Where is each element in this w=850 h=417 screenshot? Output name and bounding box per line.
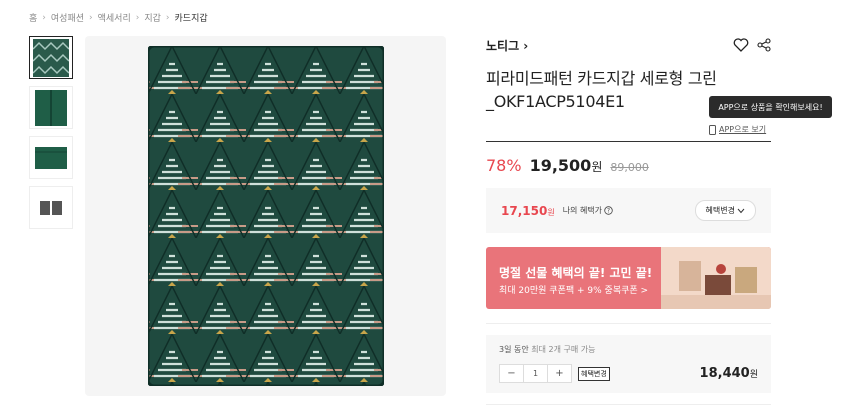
chevron-right-icon: › <box>42 12 46 23</box>
original-price: 89,000 <box>610 161 649 174</box>
divider <box>486 141 771 142</box>
gift-image <box>661 247 771 309</box>
thumbnail-detail[interactable] <box>29 186 73 229</box>
quantity-stepper: − 1 + <box>499 364 572 383</box>
svg-text:?: ? <box>607 208 610 215</box>
breadcrumb: 홈 › 여성패션 › 액세서리 › 지갑 › 카드지갑 <box>29 11 208 25</box>
benefit-change-button[interactable]: 혜택변경 <box>694 200 756 221</box>
benefit-box: 17,150원 나의 혜택가 ? 혜택변경 <box>486 188 771 233</box>
thumbnail-list <box>29 36 73 236</box>
divider <box>486 404 771 405</box>
price-row: 78% 19,500원 89,000 <box>486 156 649 175</box>
breadcrumb-accessory[interactable]: 액세서리 <box>98 11 131 24</box>
thumbnail-inside[interactable] <box>29 136 73 179</box>
wallet-image <box>147 46 384 386</box>
line-total: 18,440원 <box>699 366 758 381</box>
app-view-link[interactable]: APP으로 보기 <box>709 124 766 135</box>
banner-title: 명절 선물 혜택의 끝! 고민 끝! <box>499 266 653 280</box>
discount-rate: 78% <box>486 156 522 175</box>
divider <box>486 323 771 324</box>
breadcrumb-home[interactable]: 홈 <box>29 11 37 24</box>
plus-button[interactable]: + <box>548 365 571 382</box>
chevron-down-icon <box>737 208 745 213</box>
banner-subtitle: 최대 20만원 쿠폰팩 + 9% 중복쿠폰 > <box>499 286 649 296</box>
quantity-box: 3일 동안 최대 2개 구매 가능 − 1 + 혜택변경 18,440원 <box>486 335 771 393</box>
minus-button[interactable]: − <box>500 365 523 382</box>
phone-icon <box>709 124 716 135</box>
app-tooltip: APP으로 상품을 확인해보세요! <box>709 96 832 118</box>
breadcrumb-cardwallet[interactable]: 카드지갑 <box>175 11 208 24</box>
wallet-front-image <box>33 38 69 77</box>
thumbnail-front[interactable] <box>29 36 73 79</box>
purchase-limit-note: 3일 동안 최대 2개 구매 가능 <box>499 345 596 354</box>
wallet-detail-image <box>40 200 62 215</box>
benefit-change-small-button[interactable]: 혜택변경 <box>578 366 610 381</box>
product-main-image[interactable] <box>85 36 446 396</box>
thumbnail-open[interactable] <box>29 86 73 129</box>
brand-link[interactable]: 노티그 › <box>486 37 528 54</box>
info-icon[interactable]: ? <box>604 206 613 215</box>
benefit-price: 17,150원 <box>501 203 555 218</box>
chevron-right-icon: › <box>89 12 93 23</box>
chevron-right-icon: › <box>135 12 140 23</box>
wallet-inside-image <box>35 146 67 169</box>
quantity-input[interactable]: 1 <box>523 365 548 382</box>
wallet-open-image <box>35 89 67 126</box>
benefit-label: 나의 혜택가 ? <box>563 205 613 216</box>
chevron-right-icon: › <box>165 12 170 23</box>
heart-icon[interactable] <box>733 38 749 52</box>
promo-banner[interactable]: 명절 선물 혜택의 끝! 고민 끝! 최대 20만원 쿠폰팩 + 9% 중복쿠폰… <box>486 247 771 309</box>
breadcrumb-wallet[interactable]: 지갑 <box>144 11 161 24</box>
breadcrumb-women[interactable]: 여성패션 <box>51 11 84 24</box>
sale-price: 19,500원 <box>529 156 603 175</box>
share-icon[interactable] <box>757 38 771 52</box>
product-info: 노티그 › 피라미드패턴 카드지갑 세로형 그린 _OKF1ACP5104E1 … <box>486 36 832 405</box>
